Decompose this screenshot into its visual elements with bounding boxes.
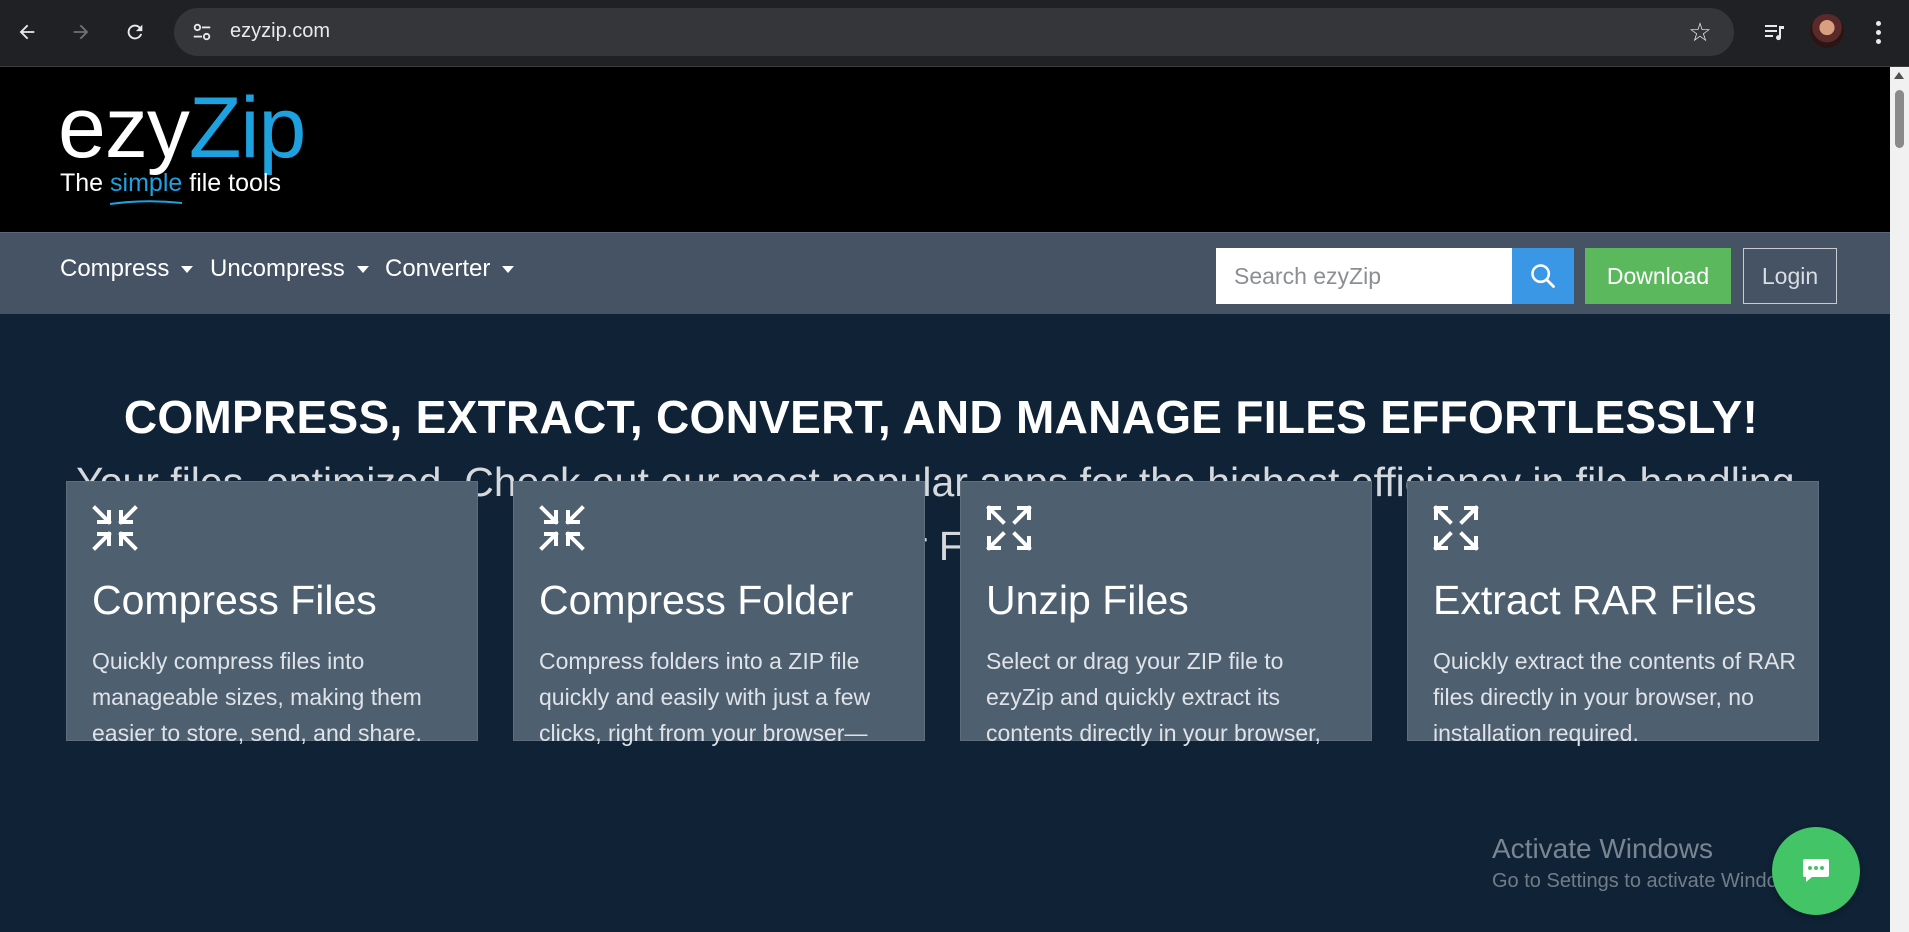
logo-zip: Zip: [188, 80, 306, 176]
star-icon[interactable]: ☆: [1684, 16, 1716, 48]
page-scrollbar[interactable]: [1890, 67, 1909, 932]
logo-ezy: ezy: [58, 80, 190, 176]
web-page: ezyZip The simple file tools Compress Un…: [0, 67, 1890, 932]
menu-converter[interactable]: Converter: [385, 255, 515, 283]
search-icon: [1531, 264, 1555, 288]
chat-button[interactable]: [1772, 827, 1860, 915]
kebab-menu-icon[interactable]: [1866, 14, 1890, 50]
menu-compress[interactable]: Compress: [60, 255, 194, 283]
download-button[interactable]: Download: [1585, 248, 1731, 304]
tune-icon[interactable]: [186, 16, 218, 48]
browser-toolbar: ezyzip.com ☆: [0, 0, 1909, 67]
tagline-rest: file tools: [189, 169, 281, 197]
card-title: Unzip Files: [986, 577, 1189, 623]
reload-icon: [127, 24, 143, 40]
search-input[interactable]: [1216, 248, 1512, 304]
card-extract-rar[interactable]: Extract RAR Files Quickly extract the co…: [1407, 481, 1819, 746]
menu-compress-label: Compress: [60, 255, 170, 282]
card-title: Compress Folder: [539, 577, 854, 623]
back-button[interactable]: [9, 14, 45, 50]
menu-uncompress-label: Uncompress: [210, 255, 345, 282]
forward-arrow-icon: [73, 24, 89, 40]
compress-arrows-icon: [92, 505, 138, 551]
logo-tagline: The simple file tools: [60, 169, 305, 205]
url-text[interactable]: ezyzip.com: [230, 20, 330, 43]
tagline-the: The: [60, 169, 104, 197]
hero-title: COMPRESS, EXTRACT, CONVERT, AND MANAGE F…: [123, 391, 1759, 443]
card-unzip-files[interactable]: Unzip Files Select or drag your ZIP file…: [960, 481, 1372, 746]
card-compress-folder[interactable]: Compress Folder Compress folders into a …: [513, 481, 925, 746]
compress-arrows-icon: [539, 505, 585, 551]
scroll-up-arrow-icon[interactable]: [1894, 72, 1904, 79]
expand-arrows-icon: [1433, 505, 1479, 551]
main-navbar: Compress Uncompress Converter Download L…: [0, 232, 1890, 314]
media-control-icon[interactable]: [1756, 14, 1792, 50]
menu-converter-label: Converter: [385, 255, 491, 282]
login-button[interactable]: Login: [1743, 248, 1837, 304]
chevron-down-icon: [181, 265, 194, 273]
reload-button[interactable]: [117, 14, 153, 50]
site-header: ezyZip The simple file tools: [0, 67, 1890, 232]
profile-avatar[interactable]: [1810, 14, 1844, 48]
card-compress-files[interactable]: Compress Files Quickly compress files in…: [66, 481, 478, 746]
forward-button[interactable]: [63, 14, 99, 50]
ezyzip-logo[interactable]: ezyZip The simple file tools: [58, 85, 306, 205]
card-description: Quickly extract the contents of RAR file…: [1433, 648, 1797, 746]
card-description: Select or drag your ZIP file to ezyZip a…: [986, 648, 1321, 746]
back-arrow-icon: [19, 24, 35, 40]
card-title: Compress Files: [92, 577, 377, 623]
chat-bubble-icon: [1803, 859, 1829, 882]
chevron-down-icon: [356, 265, 369, 273]
card-description: Quickly compress files into manageable s…: [92, 648, 422, 746]
expand-arrows-icon: [986, 505, 1032, 551]
search-button[interactable]: [1512, 248, 1574, 304]
card-description: Compress folders into a ZIP file quickly…: [539, 648, 871, 746]
menu-uncompress[interactable]: Uncompress: [210, 255, 369, 283]
address-bar[interactable]: ezyzip.com ☆: [174, 8, 1734, 56]
tagline-simple: simple: [110, 169, 183, 197]
card-title: Extract RAR Files: [1433, 577, 1757, 623]
tagline-swoosh-icon: [109, 200, 183, 205]
chevron-down-icon: [502, 265, 515, 273]
scrollbar-thumb[interactable]: [1895, 90, 1904, 148]
